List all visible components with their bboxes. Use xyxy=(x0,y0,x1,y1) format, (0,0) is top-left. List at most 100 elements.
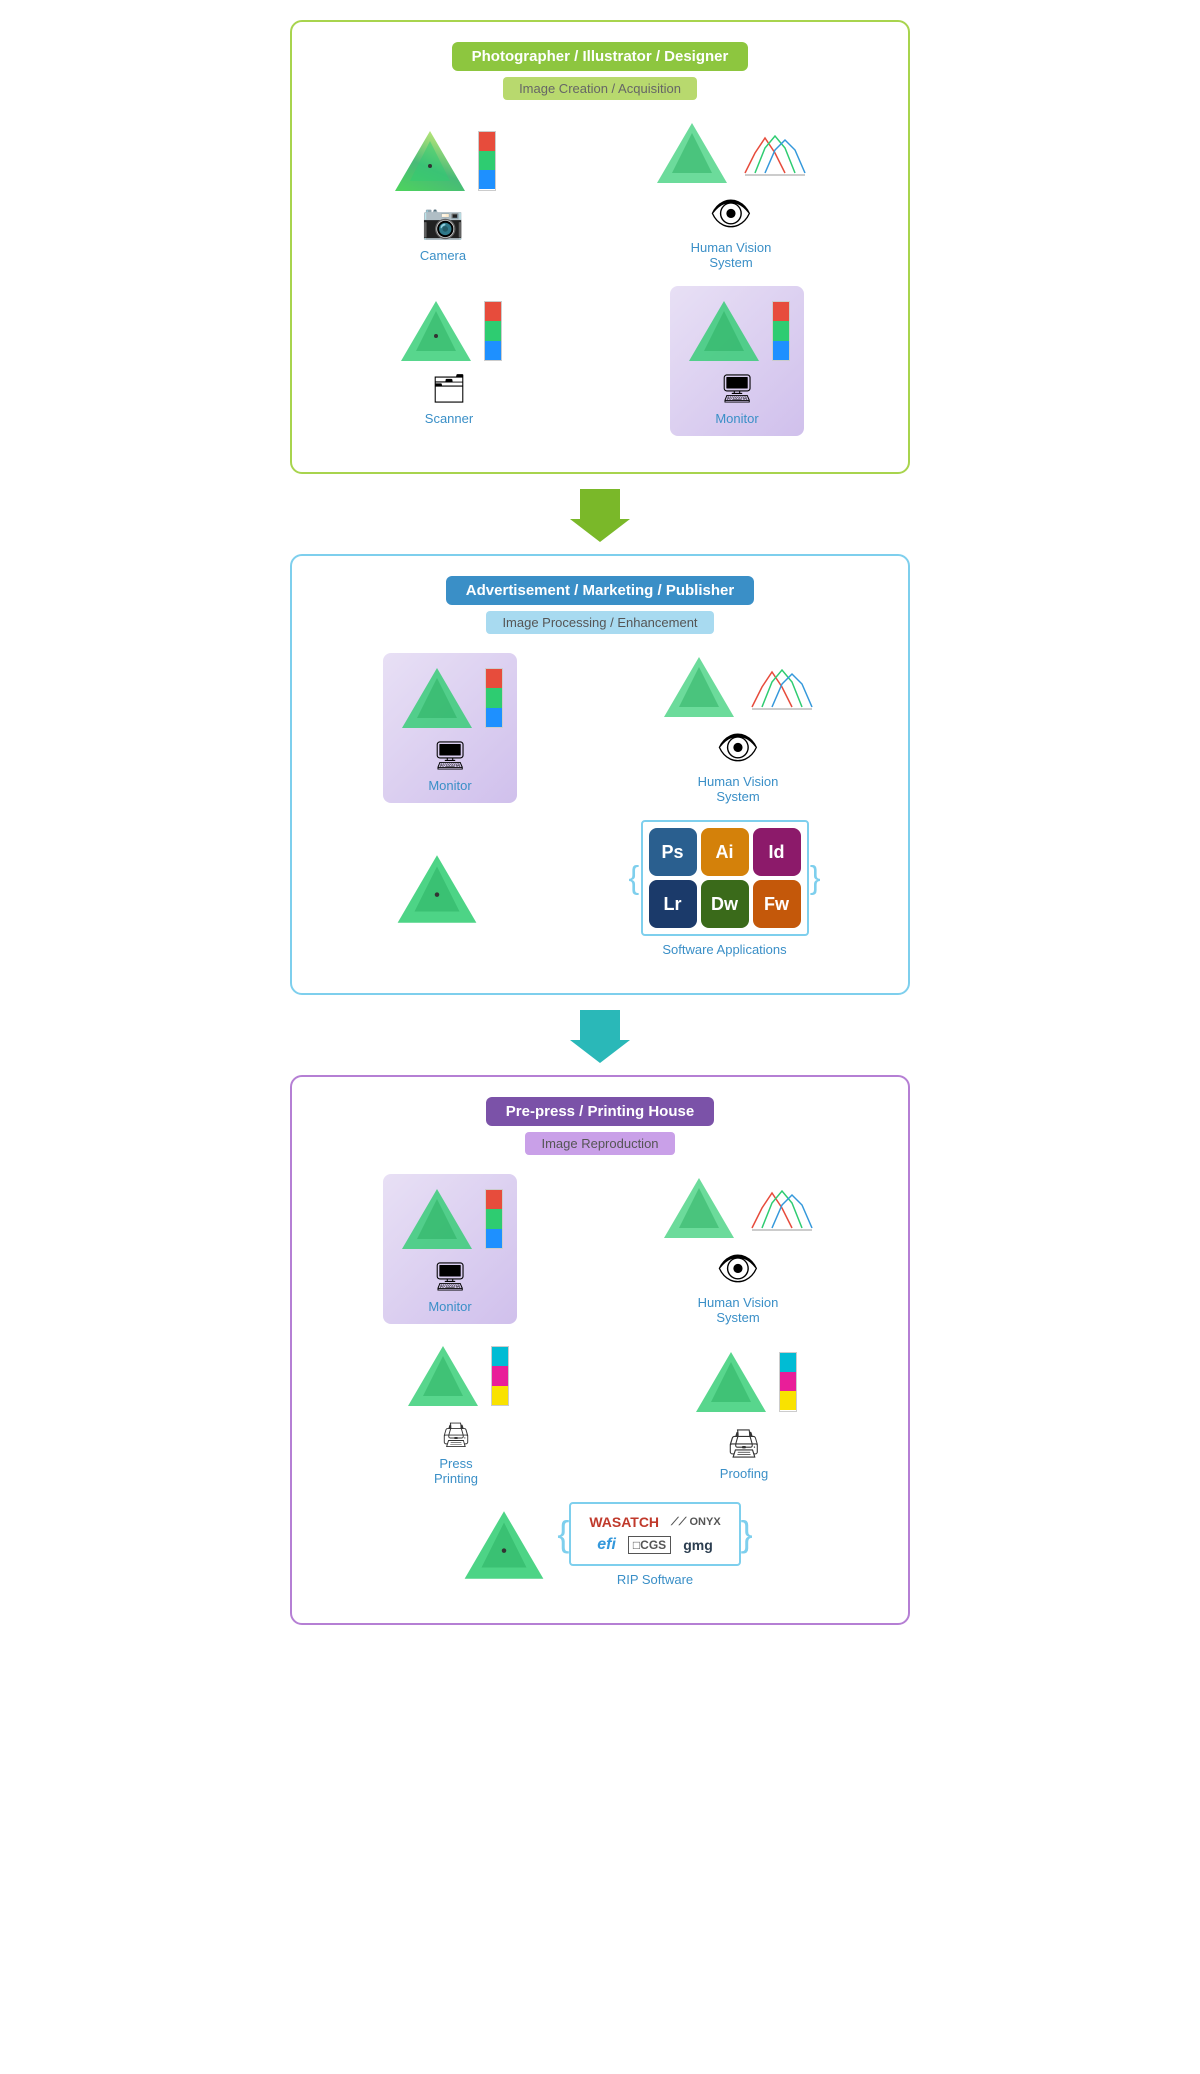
proofing-item: 🖨 Proofing xyxy=(691,1347,797,1481)
press-colorbars xyxy=(491,1346,509,1406)
scanner-gamut xyxy=(396,296,476,366)
rip-software-item: WASATCH ⟋⟋ ONYX efi □CGS gmg RIP Softwar… xyxy=(569,1502,740,1587)
software-apps-item: Ps Ai Id Lr Dw Fw Software Applications xyxy=(641,820,809,957)
section2-header: Advertisement / Marketing / Publisher Im… xyxy=(312,576,888,634)
section3-row2: 🖨 PressPrinting 🖨 Proofing xyxy=(312,1341,888,1486)
arrow1 xyxy=(570,484,630,544)
scanner-item: 🗂 Scanner xyxy=(396,296,502,426)
monitor1-icon: 🖥 xyxy=(719,372,755,405)
proofing-label: Proofing xyxy=(720,1466,768,1481)
camera-label: Camera xyxy=(420,248,466,263)
monitor3-label: Monitor xyxy=(428,1299,471,1314)
press-gamut xyxy=(403,1341,483,1411)
section2-row2: Ps Ai Id Lr Dw Fw Software Applications xyxy=(312,820,888,957)
humanvision2-gamut xyxy=(659,652,739,722)
rip-row2: efi □CGS gmg xyxy=(597,1536,713,1554)
humanvision3-item: 👁 Human VisionSystem xyxy=(659,1173,817,1325)
humanvision1-gamut xyxy=(652,118,732,188)
humanvision3-visuals xyxy=(659,1173,817,1243)
monitor1-item: 🖥 Monitor xyxy=(670,286,804,436)
humanvision1-label: Human VisionSystem xyxy=(691,240,772,270)
press-rolls-icon: 🖨 xyxy=(441,1421,471,1450)
section1-subtitle: Image Creation / Acquisition xyxy=(503,77,697,100)
humanvision3-label: Human VisionSystem xyxy=(698,1295,779,1325)
monitor2-gamut xyxy=(397,663,477,733)
monitor1-label: Monitor xyxy=(715,411,758,426)
monitor1-box: 🖥 Monitor xyxy=(670,286,804,436)
humanvision1-item: 👁 Human VisionSystem xyxy=(652,118,810,270)
rip-logos-box: WASATCH ⟋⟋ ONYX efi □CGS gmg xyxy=(569,1502,740,1566)
rip-efi-logo: efi xyxy=(597,1536,616,1554)
arrow2 xyxy=(570,1005,630,1065)
humanvision1-visuals xyxy=(652,118,810,188)
section1-row1: 📷 Camera 👁 xyxy=(312,118,888,270)
monitor3-item: 🖥 Monitor xyxy=(383,1174,517,1324)
humanvision3-gamut xyxy=(659,1173,739,1243)
press-visuals xyxy=(403,1341,509,1411)
monitor2-label: Monitor xyxy=(428,778,471,793)
section2-row1: 🖥 Monitor 👁 xyxy=(312,652,888,804)
monitor3-icon: 🖥 xyxy=(432,1260,468,1293)
section1-row2: 🗂 Scanner xyxy=(312,286,888,436)
section1-header: Photographer / Illustrator / Designer Im… xyxy=(312,42,888,100)
app-lr-tile: Lr xyxy=(649,880,697,928)
monitor2-box: 🖥 Monitor xyxy=(383,653,517,803)
section3-row3: WASATCH ⟋⟋ ONYX efi □CGS gmg RIP Softwar… xyxy=(312,1502,888,1587)
camera-icon: 📷 xyxy=(422,202,464,242)
rip-software-label: RIP Software xyxy=(617,1572,693,1587)
section2-subtitle: Image Processing / Enhancement xyxy=(486,611,713,634)
section-advertisement: Advertisement / Marketing / Publisher Im… xyxy=(290,554,910,995)
proofing-gamut xyxy=(691,1347,771,1417)
software-apps-label: Software Applications xyxy=(662,942,786,957)
rip-onyx-logo: ⟋⟋ ONYX xyxy=(671,1516,721,1529)
proofing-colorbars xyxy=(779,1352,797,1412)
monitor3-visuals xyxy=(397,1184,503,1254)
monitor3-box: 🖥 Monitor xyxy=(383,1174,517,1324)
proofing-visuals xyxy=(691,1347,797,1417)
gamut2-item xyxy=(392,849,482,929)
camera-gamut xyxy=(390,126,470,196)
press-printing-label: PressPrinting xyxy=(434,1456,478,1486)
rip-row1: WASATCH ⟋⟋ ONYX xyxy=(589,1514,720,1530)
apps-grid: Ps Ai Id Lr Dw Fw xyxy=(641,820,809,936)
camera-visuals xyxy=(390,126,496,196)
app-ps-tile: Ps xyxy=(649,828,697,876)
scanner-visuals xyxy=(396,296,502,366)
scanner-colorbars xyxy=(484,301,502,361)
humanvision1-spectrum xyxy=(740,128,810,178)
monitor1-gamut xyxy=(684,296,764,366)
monitor1-visuals xyxy=(684,296,790,366)
rip-gamut-svg xyxy=(459,1505,549,1585)
scanner-icon: 🗂 xyxy=(431,372,467,405)
rip-wasatch-logo: WASATCH xyxy=(589,1514,659,1530)
monitor3-colorbars xyxy=(485,1189,503,1249)
section3-subtitle: Image Reproduction xyxy=(525,1132,674,1155)
app-ai-tile: Ai xyxy=(701,828,749,876)
gamut2-svg xyxy=(392,849,482,929)
section-prepress: Pre-press / Printing House Image Reprodu… xyxy=(290,1075,910,1625)
section3-title: Pre-press / Printing House xyxy=(486,1097,714,1126)
monitor2-icon: 🖥 xyxy=(432,739,468,772)
monitor3-gamut xyxy=(397,1184,477,1254)
humanvision3-spectrum xyxy=(747,1183,817,1233)
humanvision2-label: Human VisionSystem xyxy=(698,774,779,804)
camera-item: 📷 Camera xyxy=(390,126,496,263)
humanvision2-visuals xyxy=(659,652,817,722)
section1-title: Photographer / Illustrator / Designer xyxy=(452,42,749,71)
app-dw-tile: Dw xyxy=(701,880,749,928)
rip-cgs-logo: □CGS xyxy=(628,1536,671,1554)
section2-title: Advertisement / Marketing / Publisher xyxy=(446,576,754,605)
section3-header: Pre-press / Printing House Image Reprodu… xyxy=(312,1097,888,1155)
main-flow: Photographer / Illustrator / Designer Im… xyxy=(290,20,910,1625)
press-printing-item: 🖨 PressPrinting xyxy=(403,1341,509,1486)
eye2-icon: 👁 xyxy=(716,728,759,768)
camera-colorbars xyxy=(478,131,496,191)
app-id-tile: Id xyxy=(753,828,801,876)
humanvision2-item: 👁 Human VisionSystem xyxy=(659,652,817,804)
humanvision2-spectrum xyxy=(747,662,817,712)
rip-gmg-logo: gmg xyxy=(683,1537,713,1553)
monitor1-colorbars xyxy=(772,301,790,361)
monitor2-item: 🖥 Monitor xyxy=(383,653,517,803)
monitor2-visuals xyxy=(397,663,503,733)
app-fw-tile: Fw xyxy=(753,880,801,928)
